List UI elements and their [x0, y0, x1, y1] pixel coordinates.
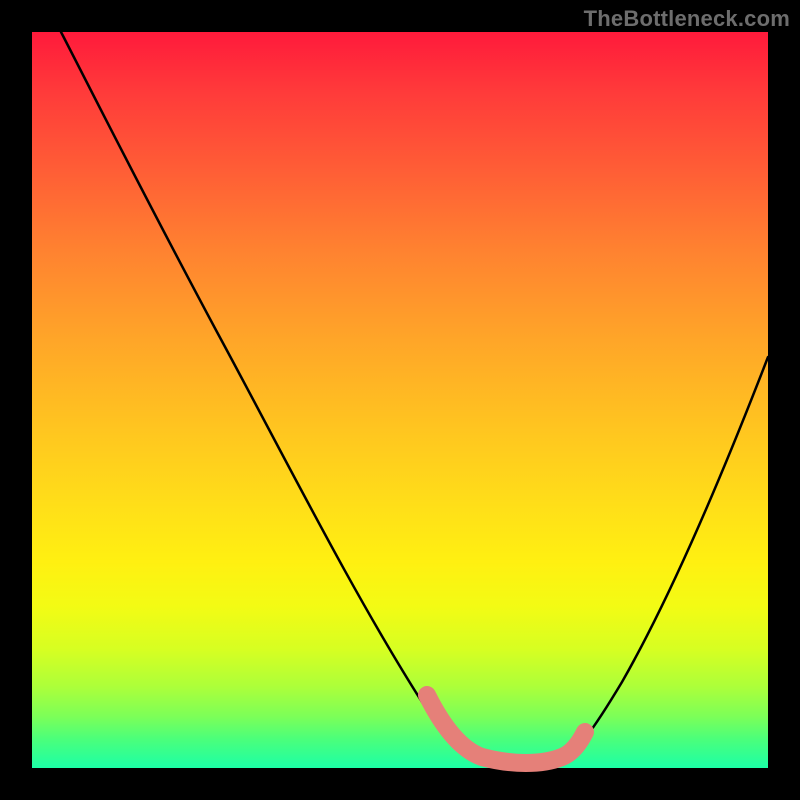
highlight-band [427, 695, 585, 763]
chart-svg [32, 32, 768, 768]
bottleneck-curve [61, 32, 768, 764]
watermark-text: TheBottleneck.com [584, 6, 790, 32]
chart-frame: TheBottleneck.com [0, 0, 800, 800]
